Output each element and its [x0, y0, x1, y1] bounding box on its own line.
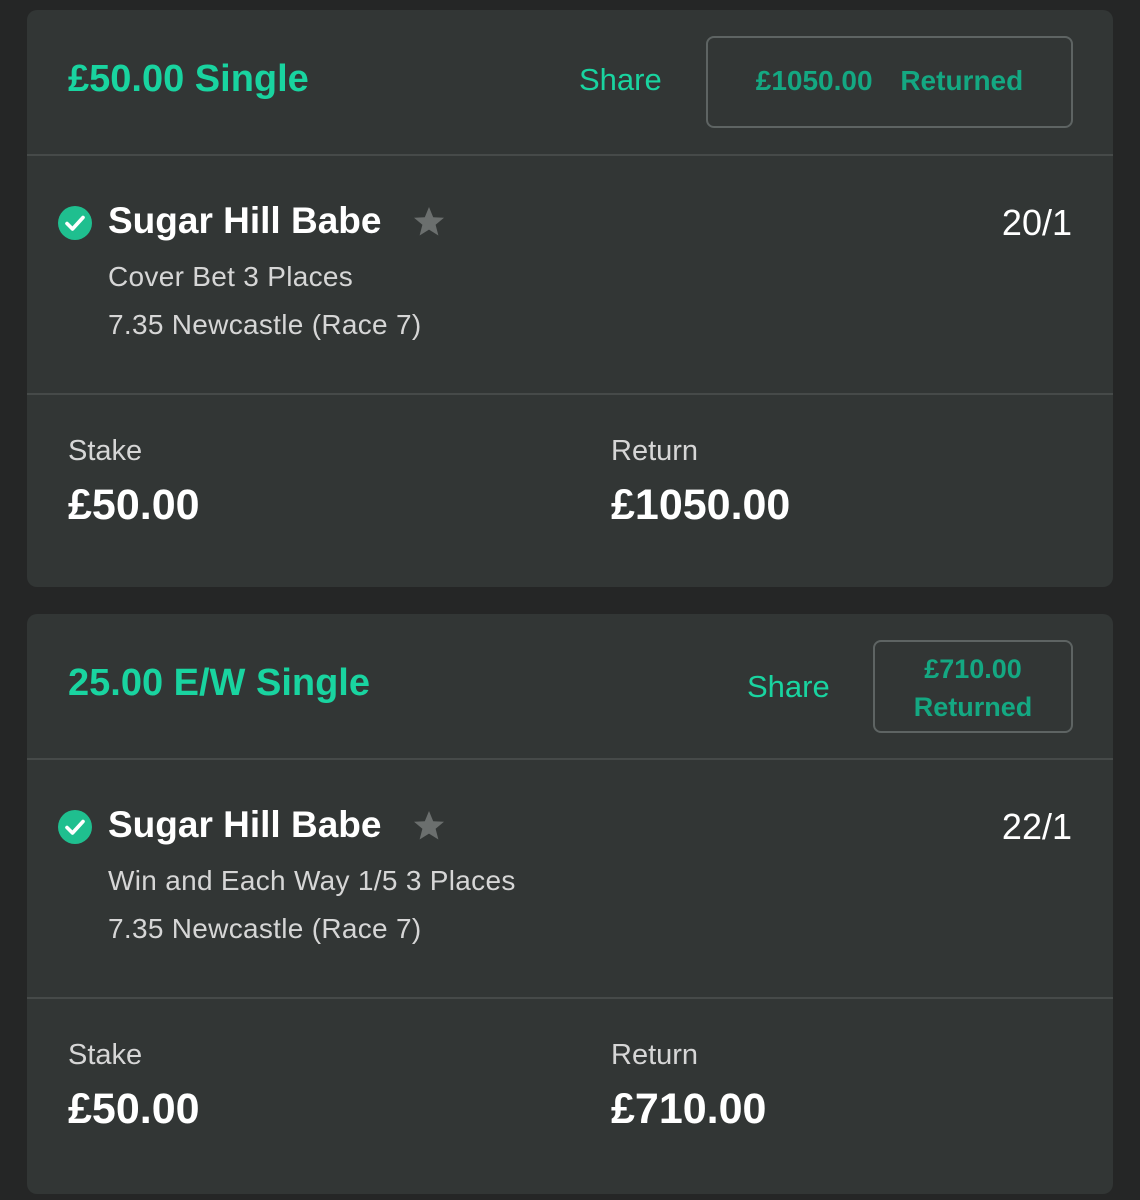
- returned-label: Returned: [913, 692, 1033, 722]
- event-name: 7.35 Newcastle (Race 7): [108, 913, 422, 944]
- odds: 22/1: [1001, 806, 1072, 847]
- returned-button[interactable]: £1050.00 Returned: [706, 36, 1073, 128]
- check-circle-icon: [58, 206, 92, 240]
- selection-row: Sugar Hill Babe 20/1 Cover Bet 3 Places …: [27, 156, 1113, 395]
- returned-amount: £1050.00: [755, 65, 873, 96]
- share-button[interactable]: Share: [747, 669, 830, 705]
- bet-card: 25.00 E/W Single Share £710.00 Returned …: [27, 614, 1113, 1194]
- bet-card-header: 25.00 E/W Single Share £710.00 Returned: [27, 614, 1113, 760]
- star-icon[interactable]: [413, 206, 445, 238]
- event-name: 7.35 Newcastle (Race 7): [108, 309, 422, 340]
- returned-label: Returned: [900, 65, 1024, 96]
- return-value: £710.00: [611, 1085, 767, 1133]
- returned-amount: £710.00: [924, 654, 1022, 684]
- check-circle-icon: [58, 810, 92, 844]
- stake-label: Stake: [68, 435, 143, 467]
- odds: 20/1: [1001, 202, 1072, 243]
- return-label: Return: [611, 435, 699, 467]
- return-value: £1050.00: [611, 481, 791, 529]
- bet-card-header: £50.00 Single Share £1050.00 Returned: [27, 10, 1113, 156]
- stake-value: £50.00: [68, 481, 200, 529]
- bet-type: Cover Bet 3 Places: [108, 261, 354, 292]
- runner-name: Sugar Hill Babe: [108, 200, 382, 241]
- stake-label: Stake: [68, 1039, 143, 1071]
- runner-name: Sugar Hill Babe: [108, 804, 382, 845]
- bet-summary: Stake £50.00 Return £710.00: [27, 999, 1113, 1191]
- bet-title: £50.00 Single: [68, 58, 309, 100]
- share-button[interactable]: Share: [579, 62, 662, 98]
- bet-title: 25.00 E/W Single: [68, 662, 370, 704]
- bet-type: Win and Each Way 1/5 3 Places: [108, 865, 516, 896]
- return-label: Return: [611, 1039, 699, 1071]
- star-icon[interactable]: [413, 810, 445, 842]
- bet-summary: Stake £50.00 Return £1050.00: [27, 395, 1113, 587]
- selection-row: Sugar Hill Babe 22/1 Win and Each Way 1/…: [27, 760, 1113, 999]
- returned-button[interactable]: £710.00 Returned: [873, 640, 1073, 733]
- bet-card: £50.00 Single Share £1050.00 Returned Su…: [27, 10, 1113, 587]
- stake-value: £50.00: [68, 1085, 200, 1133]
